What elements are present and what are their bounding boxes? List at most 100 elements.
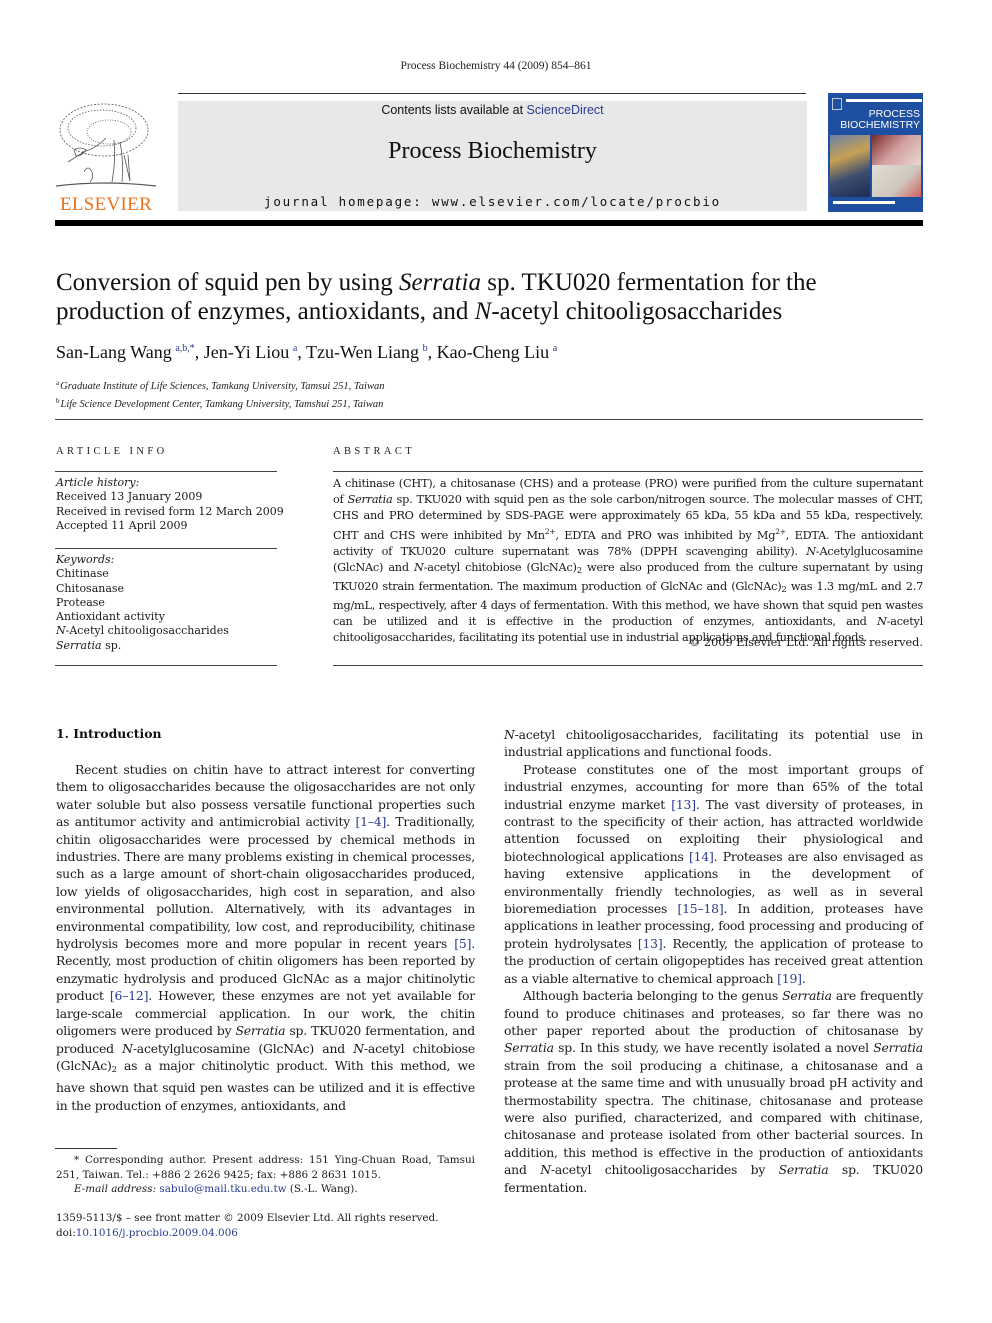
journal-title: Process Biochemistry bbox=[388, 138, 597, 164]
contents-line: Contents lists available at ScienceDirec… bbox=[178, 103, 807, 117]
journal-masthead: Contents lists available at ScienceDirec… bbox=[178, 101, 807, 211]
reference-link[interactable]: [1–4] bbox=[356, 814, 387, 829]
abstract-copyright: © 2009 Elsevier Ltd. All rights reserved… bbox=[689, 636, 923, 649]
header-rule bbox=[178, 93, 806, 94]
abstract-heading: ABSTRACT bbox=[333, 446, 416, 457]
abstract-rule bbox=[333, 471, 923, 472]
cover-image bbox=[830, 135, 870, 197]
body-text: Although bacteria belonging to the genus bbox=[523, 988, 783, 1004]
author-name: Kao-Cheng Liu bbox=[436, 342, 550, 362]
title-italic: N bbox=[474, 298, 492, 325]
doi-prefix: doi: bbox=[56, 1227, 76, 1239]
corresponding-author-note: * Corresponding author. Present address:… bbox=[56, 1154, 475, 1181]
abstract-text: , EDTA and PRO was inhibited by Mg bbox=[555, 528, 776, 542]
paragraph: Protease constitutes one of the most imp… bbox=[504, 761, 923, 987]
reference-link[interactable]: [19] bbox=[777, 971, 802, 986]
keyword-italic: N bbox=[56, 624, 66, 638]
article-info-heading: ARTICLE INFO bbox=[56, 446, 168, 457]
abstract-italic: Serratia bbox=[347, 493, 393, 506]
doi-link[interactable]: 10.1016/j.procbio.2009.04.006 bbox=[76, 1227, 238, 1239]
body-italic: Serratia bbox=[782, 988, 832, 1004]
title-italic: Serratia bbox=[399, 269, 481, 296]
tree-icon bbox=[55, 103, 157, 187]
author-name: Jen-Yi Liou bbox=[203, 342, 290, 362]
author-affiliation-marks[interactable]: a bbox=[293, 343, 297, 354]
author-affiliation-marks[interactable]: a bbox=[553, 343, 557, 354]
article-history: Article history: Received 13 January 200… bbox=[56, 476, 284, 533]
body-italic: N bbox=[353, 1040, 364, 1056]
keywords-label: Keywords: bbox=[56, 553, 115, 566]
affiliation-item: aGraduate Institute of Life Sciences, Ta… bbox=[56, 376, 384, 394]
info-rule bbox=[55, 665, 277, 666]
paragraph: Recent studies on chitin have to attract… bbox=[56, 761, 475, 1114]
cover-title-line: BIOCHEMISTRY bbox=[840, 119, 920, 131]
affiliations: aGraduate Institute of Life Sciences, Ta… bbox=[56, 376, 384, 412]
paragraph: N-acetyl chitooligosaccharides, facilita… bbox=[504, 726, 923, 761]
header-thick-rule bbox=[55, 220, 923, 226]
cover-bar bbox=[846, 99, 922, 102]
author-affiliation-marks[interactable]: a,b,* bbox=[175, 343, 194, 354]
body-text: as a major chitinolytic product. With th… bbox=[56, 1057, 475, 1113]
keyword-text: sp. bbox=[101, 638, 122, 652]
body-column-left: Recent studies on chitin have to attract… bbox=[56, 761, 475, 1114]
body-italic: Serratia bbox=[235, 1023, 286, 1039]
reference-link[interactable]: [13] bbox=[671, 797, 696, 812]
abstract-body: A chitinase (CHT), a chitosanase (CHS) a… bbox=[333, 476, 923, 646]
reference-link[interactable]: [13] bbox=[638, 936, 663, 951]
keyword-item: Chitinase bbox=[56, 567, 109, 581]
email-link[interactable]: sabulo@mail.tku.edu.tw bbox=[159, 1183, 286, 1195]
body-text: -acetyl chitooligosaccharides by bbox=[550, 1162, 779, 1178]
keywords: Keywords: Chitinase Chitosanase Protease… bbox=[56, 553, 229, 653]
title-text: production of enzymes, antioxidants, and bbox=[56, 298, 475, 325]
keyword-item: Serratia sp. bbox=[56, 639, 229, 653]
author-list: San-Lang Wang a,b,*, Jen-Yi Liou a, Tzu-… bbox=[56, 342, 558, 362]
sciencedirect-link[interactable]: ScienceDirect bbox=[527, 103, 604, 117]
reference-link[interactable]: [15–18] bbox=[677, 901, 723, 916]
email-suffix: (S.-L. Wang). bbox=[286, 1183, 358, 1195]
body-text: . bbox=[801, 970, 806, 986]
abstract-sup: 2+ bbox=[544, 527, 556, 536]
cover-image bbox=[872, 135, 921, 165]
history-label: Article history: bbox=[56, 476, 140, 489]
title-text: sp. TKU020 fermentation for the bbox=[481, 269, 817, 296]
keyword-text: -Acetyl chitooligosaccharides bbox=[65, 624, 229, 638]
history-item: Received in revised form 12 March 2009 bbox=[56, 504, 284, 518]
footnote: * Corresponding author. Present address:… bbox=[56, 1153, 475, 1197]
front-matter: 1359-5113/$ – see front matter © 2009 El… bbox=[56, 1211, 439, 1241]
journal-cover-thumbnail[interactable]: PROCESS BIOCHEMISTRY bbox=[828, 93, 923, 212]
body-column-right: N-acetyl chitooligosaccharides, facilita… bbox=[504, 726, 923, 1196]
journal-citation: Process Biochemistry 44 (2009) 854–861 bbox=[400, 60, 592, 72]
reference-link[interactable]: [14] bbox=[689, 849, 714, 864]
body-text: -acetyl chitooligosaccharides, facilitat… bbox=[504, 727, 923, 760]
affiliation-item: bLife Science Development Center, Tamkan… bbox=[56, 394, 384, 412]
section-rule bbox=[55, 419, 923, 420]
journal-homepage-link[interactable]: journal homepage: www.elsevier.com/locat… bbox=[178, 194, 807, 209]
affiliation-mark: b bbox=[56, 397, 60, 405]
keyword-item: Chitosanase bbox=[56, 581, 125, 595]
title-text: Conversion of squid pen by using bbox=[56, 269, 400, 296]
article-title: Conversion of squid pen by using Serrati… bbox=[56, 268, 926, 326]
body-italic: Serratia bbox=[504, 1040, 554, 1056]
body-text: . Traditionally, chitin oligosaccharides… bbox=[56, 814, 475, 952]
reference-link[interactable]: [6–12] bbox=[110, 988, 149, 1003]
reference-link[interactable]: [5] bbox=[454, 936, 471, 951]
affiliation-mark: a bbox=[56, 379, 60, 387]
front-matter-text: 1359-5113/$ – see front matter © 2009 El… bbox=[56, 1212, 439, 1224]
body-italic: N bbox=[504, 727, 515, 742]
body-italic: Serratia bbox=[873, 1040, 923, 1056]
info-rule bbox=[55, 471, 277, 472]
body-text: sp. In this study, we have recently isol… bbox=[553, 1040, 874, 1056]
body-italic: N bbox=[122, 1040, 133, 1056]
keyword-item: N-Acetyl chitooligosaccharides bbox=[56, 624, 229, 638]
section-heading-introduction: 1. Introduction bbox=[56, 726, 162, 741]
abstract-italic: N bbox=[806, 544, 816, 558]
author-affiliation-marks[interactable]: b bbox=[423, 343, 428, 354]
footnote-rule bbox=[55, 1148, 117, 1149]
abstract-sup: 2+ bbox=[775, 527, 786, 536]
cover-bar bbox=[833, 201, 895, 204]
body-text: strain from the soil producing a chitina… bbox=[504, 1057, 923, 1178]
elsevier-wordmark: ELSEVIER bbox=[59, 194, 153, 215]
cover-image bbox=[872, 165, 921, 197]
abstract-bottom-rule bbox=[333, 665, 923, 666]
abstract-italic: N bbox=[414, 560, 424, 574]
